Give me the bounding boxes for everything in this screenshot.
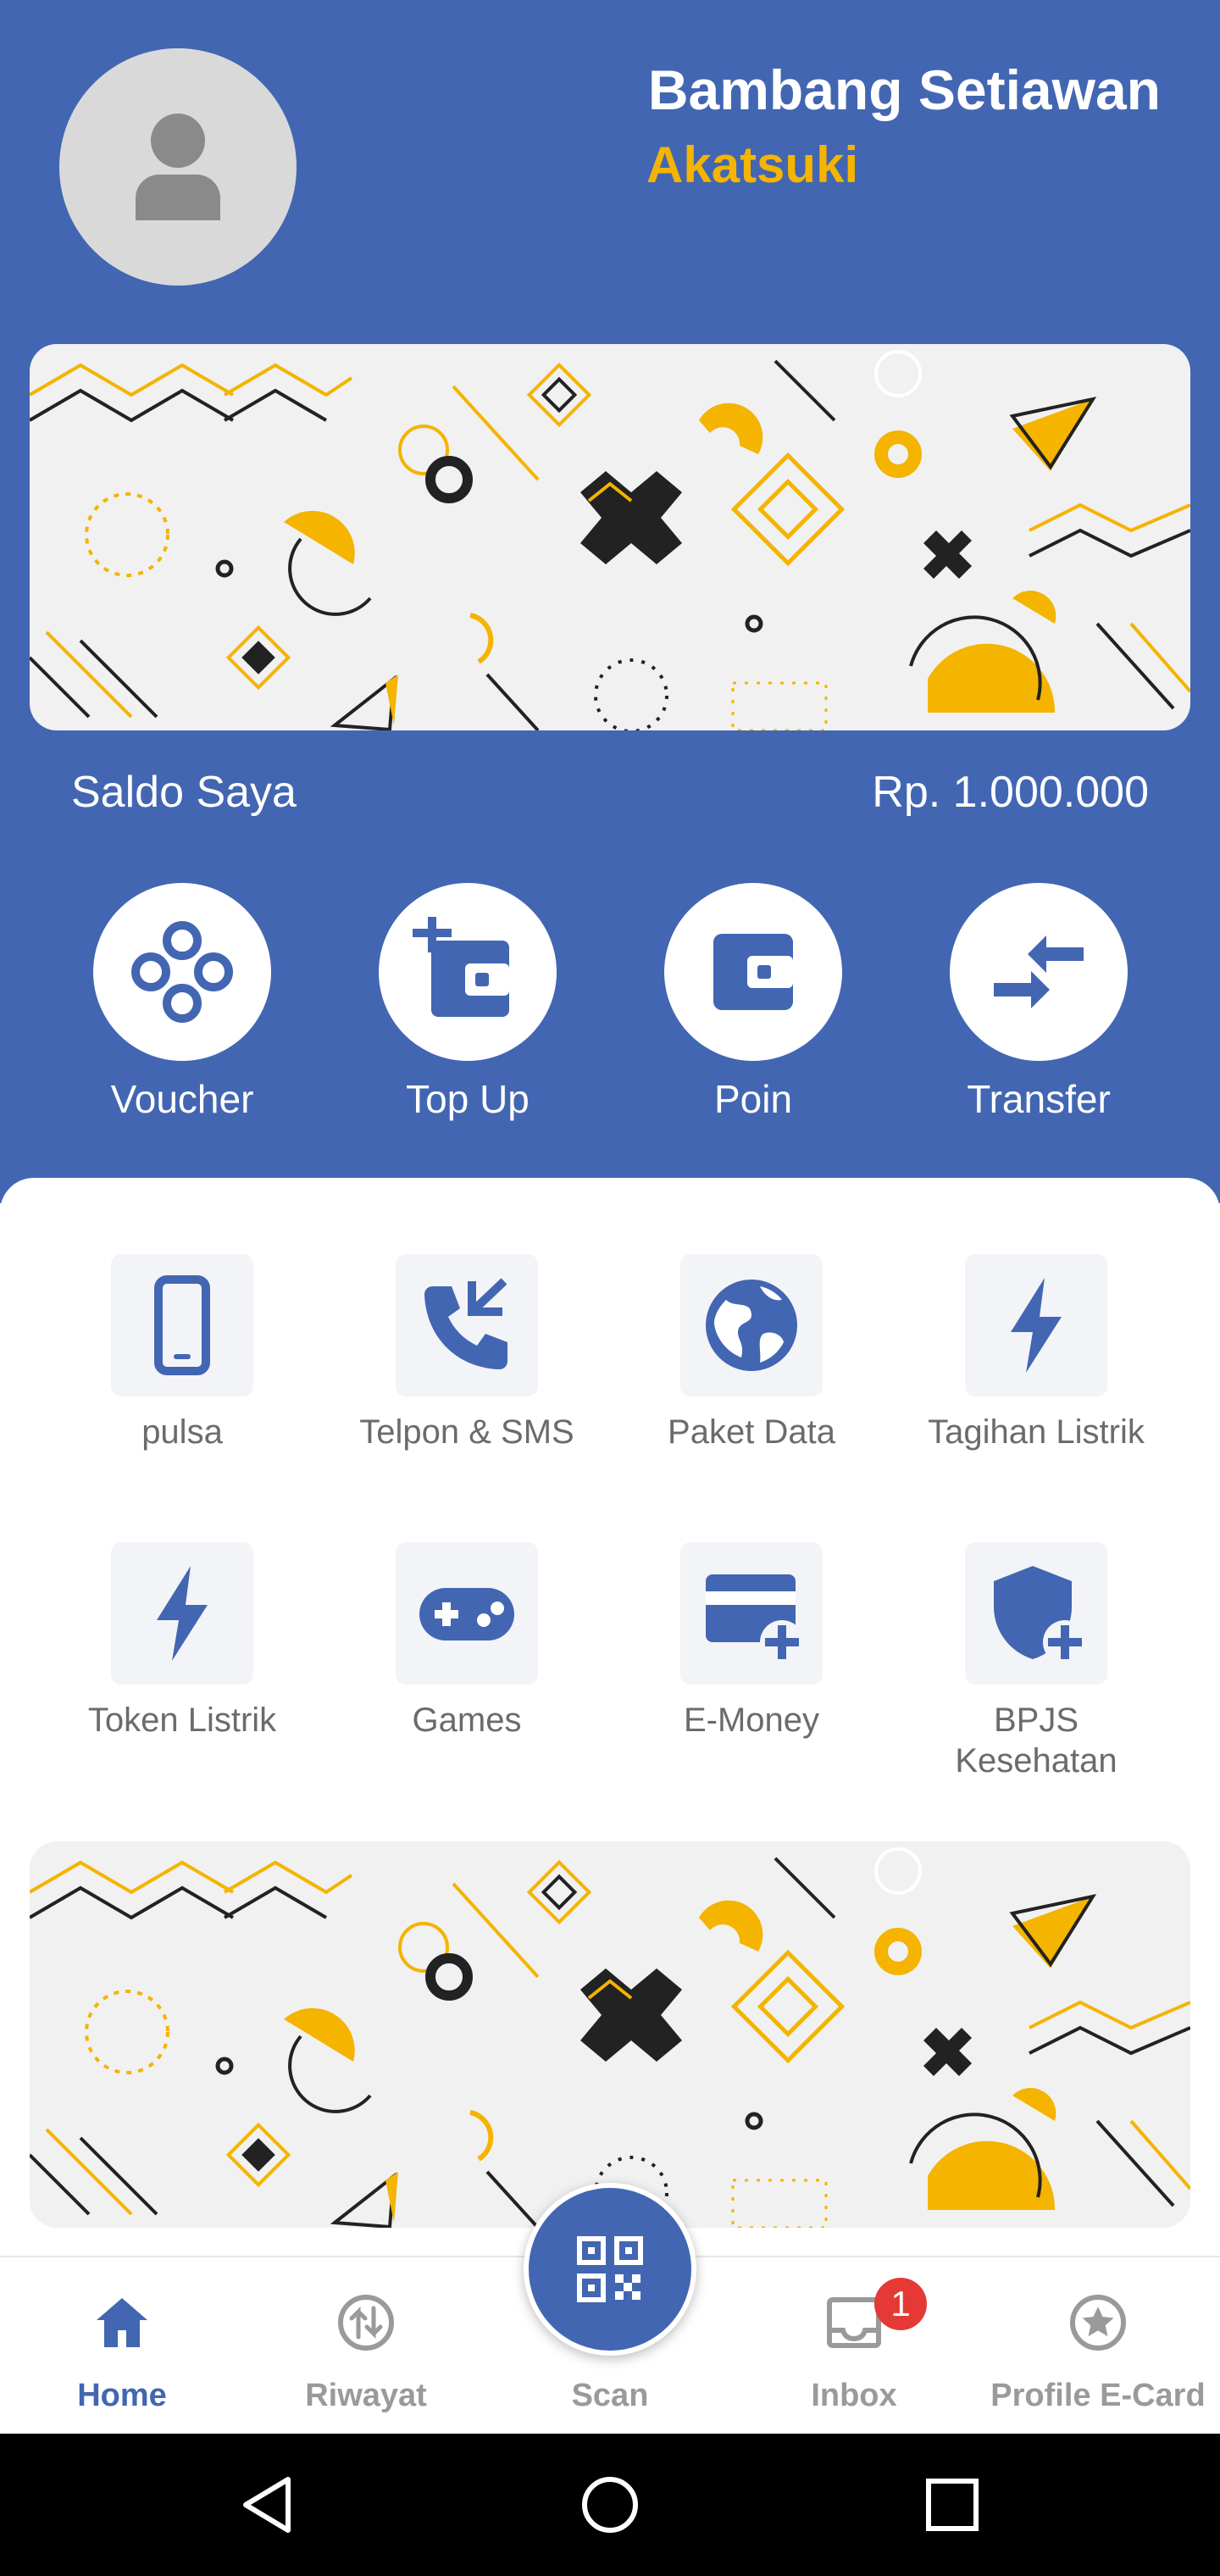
- star-icon: [1070, 2295, 1126, 2351]
- service-label: pulsa: [141, 1413, 223, 1451]
- balance-label: Saldo Saya: [71, 768, 297, 817]
- top-up-label: Top Up: [406, 1077, 530, 1121]
- service-label: E-Money: [683, 1702, 820, 1739]
- tab-label: Profile E-Card: [990, 2378, 1206, 2413]
- gamepad-icon: [419, 1588, 514, 1641]
- tab-profile-ecard[interactable]: Profile E-Card: [976, 2257, 1220, 2435]
- voucher-label: Voucher: [110, 1077, 254, 1121]
- recents-icon[interactable]: [920, 2473, 984, 2537]
- service-tile: [965, 1542, 1107, 1685]
- service-label: Telpon & SMS: [359, 1413, 574, 1451]
- user-name: Bambang Setiawan: [647, 58, 1161, 121]
- qr-code-icon: [577, 2236, 643, 2302]
- tab-home[interactable]: Home: [0, 2257, 244, 2435]
- transfer-label: Transfer: [967, 1077, 1111, 1121]
- avatar[interactable]: [59, 48, 297, 286]
- top-up-icon: [413, 917, 509, 1017]
- globe-icon: [706, 1280, 797, 1371]
- top-up-button[interactable]: Top Up: [379, 883, 557, 1122]
- service-tile: [396, 1254, 538, 1396]
- banner-pattern: [30, 1847, 1190, 2228]
- service-label: Games: [412, 1702, 522, 1739]
- tab-label: Riwayat: [305, 2378, 427, 2413]
- tab-label: Home: [77, 2378, 167, 2413]
- service-label: BPJS Kesehatan: [955, 1702, 1117, 1779]
- user-group: Akatsuki: [646, 136, 859, 193]
- card-plus-icon: [706, 1574, 802, 1664]
- poin-button[interactable]: Poin: [664, 883, 842, 1122]
- call-icon: [424, 1278, 507, 1369]
- service-tile: [396, 1542, 538, 1685]
- transfer-circle: [950, 883, 1128, 1061]
- history-icon: [338, 2295, 394, 2351]
- poin-circle: [664, 883, 842, 1061]
- inbox-badge: 1: [874, 2278, 927, 2330]
- service-tile: [680, 1254, 823, 1396]
- service-label: Paket Data: [668, 1413, 835, 1451]
- wallet-icon: [713, 934, 793, 1010]
- voucher-icon: [131, 921, 233, 1023]
- service-tile: [965, 1254, 1107, 1396]
- service-games[interactable]: Games: [396, 1542, 538, 1740]
- promo-banner-top[interactable]: [30, 344, 1190, 730]
- tab-label: Scan: [571, 2378, 649, 2413]
- lightning-icon: [1011, 1278, 1062, 1373]
- promo-banner-bottom[interactable]: [30, 1841, 1190, 2228]
- service-bpjs-kesehatan[interactable]: BPJS Kesehatan: [955, 1542, 1117, 1781]
- service-token-listrik[interactable]: Token Listrik: [88, 1542, 276, 1740]
- voucher-circle: [93, 883, 271, 1061]
- service-e-money[interactable]: E-Money: [680, 1542, 823, 1740]
- transfer-button[interactable]: Transfer: [950, 883, 1128, 1122]
- service-tagihan-listrik[interactable]: Tagihan Listrik: [928, 1254, 1145, 1452]
- balance-value: Rp. 1.000.000: [872, 768, 1149, 817]
- service-tile: [111, 1542, 253, 1685]
- back-icon[interactable]: [237, 2473, 302, 2537]
- transfer-icon: [994, 935, 1084, 1008]
- service-tile: [680, 1542, 823, 1685]
- tab-inbox[interactable]: 1 Inbox: [732, 2257, 976, 2435]
- system-navigation-bar: [0, 2434, 1220, 2576]
- service-label: Token Listrik: [87, 1702, 277, 1739]
- banner-pattern: [30, 350, 1190, 730]
- tab-riwayat[interactable]: Riwayat: [244, 2257, 488, 2435]
- shield-plus-icon: [994, 1566, 1087, 1664]
- service-pulsa[interactable]: pulsa: [111, 1254, 253, 1452]
- voucher-button[interactable]: Voucher: [93, 883, 271, 1122]
- service-label: Tagihan Listrik: [928, 1413, 1145, 1451]
- poin-label: Poin: [713, 1077, 793, 1121]
- lightning-icon: [157, 1566, 208, 1661]
- service-telpon-sms[interactable]: Telpon & SMS: [359, 1254, 574, 1452]
- person-icon: [136, 114, 220, 220]
- home-nav-icon[interactable]: [578, 2473, 642, 2537]
- phone-icon: [154, 1275, 210, 1375]
- home-icon: [97, 2298, 147, 2347]
- service-tile: [111, 1254, 253, 1396]
- tab-label: Inbox: [811, 2378, 897, 2413]
- top-up-circle: [379, 883, 557, 1061]
- scan-button[interactable]: [524, 2183, 696, 2356]
- service-paket-data[interactable]: Paket Data: [668, 1254, 835, 1452]
